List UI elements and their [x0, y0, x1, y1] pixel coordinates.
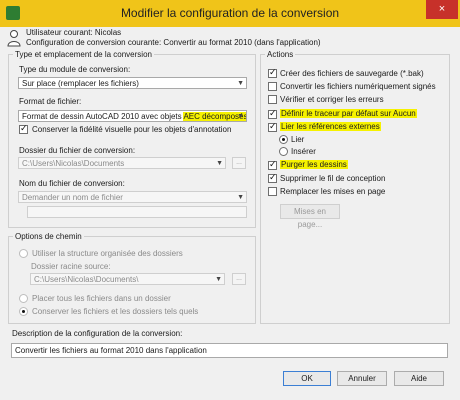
help-button[interactable]: Aide	[394, 371, 444, 386]
check-errors-checkbox[interactable]	[268, 95, 277, 104]
folder-value: C:\Users\Nicolas\Documents	[22, 159, 125, 168]
filename-select[interactable]: Demander un nom de fichier ▼	[18, 191, 247, 203]
file-format-label: Format de fichier:	[19, 97, 82, 106]
backup-checkbox[interactable]	[268, 67, 277, 78]
signed-files-checkbox[interactable]	[268, 82, 277, 91]
actions-legend: Actions	[267, 50, 294, 59]
filename-value: Demander un nom de fichier	[22, 193, 123, 202]
root-folder-input[interactable]: C:\Users\Nicolas\Documents\ ▼	[30, 273, 225, 285]
bind-label: Lier	[291, 135, 305, 144]
keep-folders-label: Conserver les fichiers et les dossiers t…	[32, 307, 199, 316]
module-type-label: Type du module de conversion:	[19, 65, 131, 74]
dialog-window: Modifier la configuration de la conversi…	[0, 0, 460, 400]
cancel-button[interactable]: Annuler	[337, 371, 387, 386]
bind-radio[interactable]	[279, 135, 288, 144]
use-structure-label: Utiliser la structure organisée des doss…	[32, 249, 183, 258]
chevron-down-icon: ▼	[216, 160, 223, 167]
folder-label: Dossier du fichier de conversion:	[19, 146, 136, 155]
folder-input[interactable]: C:\Users\Nicolas\Documents ▼	[18, 157, 226, 169]
conversion-type-legend: Type et emplacement de la conversion	[15, 50, 152, 59]
description-value: Convertir les fichiers au format 2010 da…	[15, 346, 207, 355]
backup-label: Créer des fichiers de sauvegarde (*.bak)	[280, 69, 424, 78]
close-button[interactable]: ×	[426, 0, 458, 19]
insert-label: Insérer	[291, 147, 316, 156]
chevron-down-icon: ▼	[237, 194, 244, 201]
filename-label: Nom du fichier de conversion:	[19, 179, 125, 188]
place-all-radio[interactable]	[19, 294, 28, 303]
current-config: Configuration de conversion courante: Co…	[26, 38, 321, 47]
title-bar[interactable]: Modifier la configuration de la conversi…	[0, 0, 460, 27]
keep-fidelity-label: Conserver la fidélité visuelle pour les …	[32, 125, 232, 134]
default-plotter-label: Définir le traceur par défaut sur Aucun	[280, 109, 417, 118]
purge-label: Purger les dessins	[280, 160, 348, 169]
signed-files-label: Convertir les fichiers numériquement sig…	[280, 82, 436, 91]
browse-folder-button[interactable]: ...	[232, 157, 246, 169]
current-user: Utilisateur courant: Nicolas	[26, 28, 122, 37]
description-input[interactable]: Convertir les fichiers au format 2010 da…	[11, 343, 448, 358]
layouts-button[interactable]: Mises en page...	[280, 204, 340, 229]
insert-radio[interactable]	[279, 147, 288, 156]
window-title: Modifier la configuration de la conversi…	[120, 6, 340, 20]
use-structure-radio[interactable]	[19, 249, 28, 258]
module-type-value: Sur place (remplacer les fichiers)	[22, 79, 139, 88]
check-errors-label: Vérifier et corriger les erreurs	[280, 95, 384, 104]
default-plotter-checkbox[interactable]	[268, 108, 277, 119]
path-options-legend: Options de chemin	[15, 232, 82, 241]
chevron-down-icon: ▼	[237, 80, 244, 87]
replace-layouts-label: Remplacer les mises en page	[280, 187, 386, 196]
description-label: Description de la configuration de la co…	[12, 329, 183, 338]
file-format-value: Format de dessin AutoCAD 2010 avec objet…	[22, 112, 184, 121]
file-format-select[interactable]: Format de dessin AutoCAD 2010 avec objet…	[18, 110, 247, 122]
bind-xrefs-label: Lier les références externes	[280, 122, 381, 131]
chevron-down-icon: ▼	[215, 276, 222, 283]
keep-fidelity-checkbox[interactable]	[19, 123, 28, 134]
remove-thread-label: Supprimer le fil de conception	[280, 174, 386, 183]
purge-checkbox[interactable]	[268, 159, 277, 170]
bind-xrefs-checkbox[interactable]	[268, 121, 277, 132]
root-folder-label: Dossier racine source:	[31, 262, 111, 271]
browse-root-button[interactable]: ...	[232, 273, 246, 285]
replace-layouts-checkbox[interactable]	[268, 187, 277, 196]
user-icon	[7, 30, 21, 47]
root-folder-value: C:\Users\Nicolas\Documents\	[34, 275, 139, 284]
ok-button[interactable]: OK	[283, 371, 331, 386]
chevron-down-icon: ▼	[237, 113, 244, 120]
keep-folders-radio[interactable]	[19, 307, 28, 316]
place-all-label: Placer tous les fichiers dans un dossier	[32, 294, 171, 303]
filename-input[interactable]	[27, 206, 247, 218]
remove-thread-checkbox[interactable]	[268, 172, 277, 183]
module-type-select[interactable]: Sur place (remplacer les fichiers) ▼	[18, 77, 247, 89]
